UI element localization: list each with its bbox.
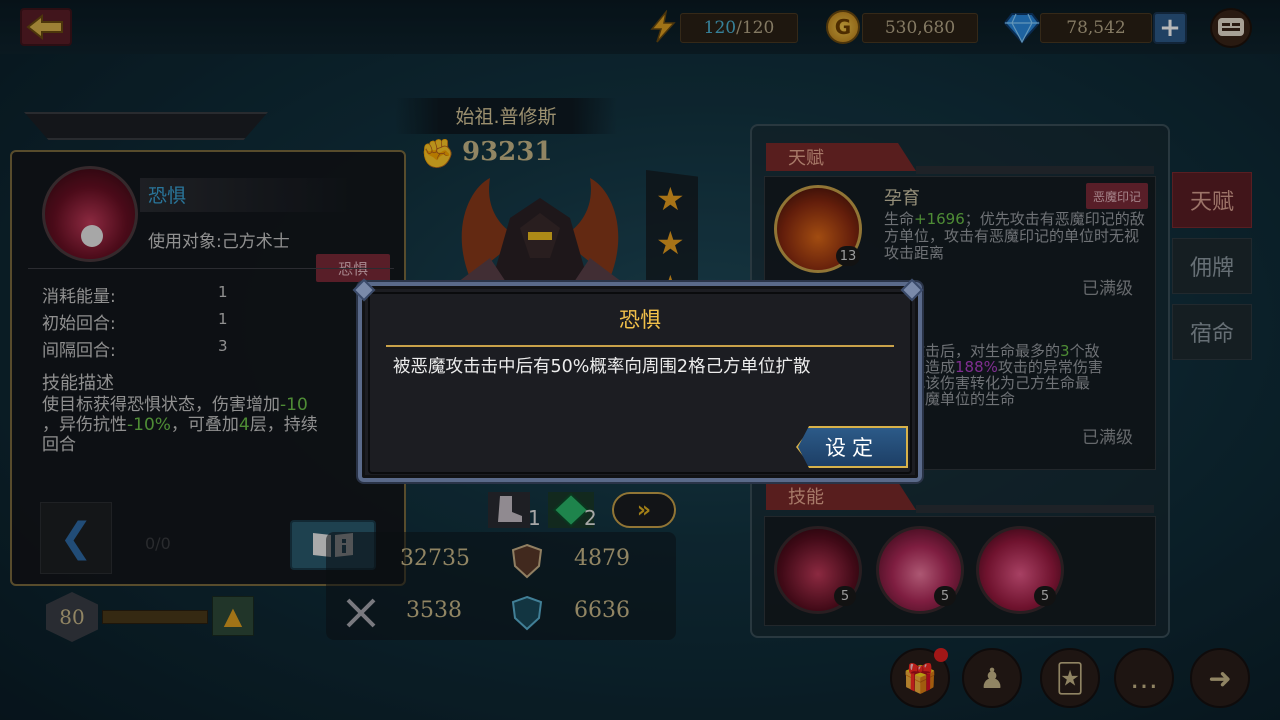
confirm-button[interactable]: 设定	[798, 426, 908, 468]
dialog-divider	[386, 345, 894, 347]
dialog-title: 恐惧	[619, 308, 661, 332]
dialog-message: 被恶魔攻击击中后有50%概率向周围2格己方单位扩散	[393, 357, 811, 377]
